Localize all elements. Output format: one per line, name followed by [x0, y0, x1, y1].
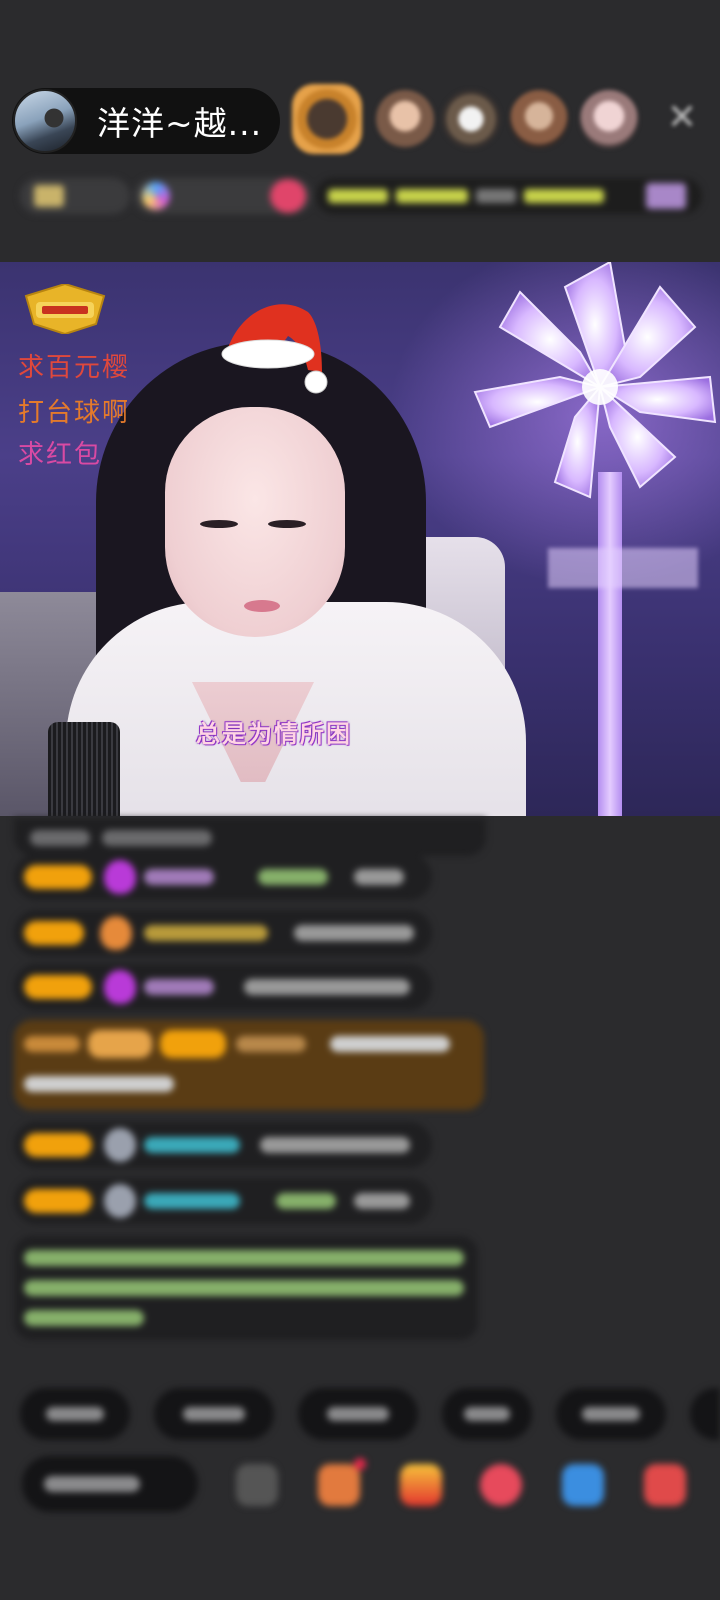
fans-pill[interactable]: [134, 178, 312, 214]
level-badge: [24, 865, 92, 889]
level-badge: [24, 921, 84, 945]
chat-list[interactable]: [0, 818, 720, 1358]
viewer-avatar-3[interactable]: [442, 90, 500, 148]
gift-box-icon[interactable]: [318, 1464, 360, 1506]
microphone: [48, 722, 120, 816]
quick-reply-button[interactable]: [20, 1388, 130, 1440]
host-name: 洋洋~越...: [97, 104, 263, 143]
avatar-icon: [104, 1184, 136, 1218]
gift-icon: [100, 916, 132, 950]
chat-message: [14, 964, 432, 1010]
tag-3: [476, 189, 516, 203]
fan-badge-icon: [24, 284, 106, 334]
viewer-avatar-1[interactable]: [292, 84, 362, 154]
chat-username: [144, 1137, 240, 1153]
chat-username: [144, 979, 214, 995]
song-subtitle: 总是为情所困: [196, 720, 352, 748]
chat-text: [102, 830, 212, 846]
gem-icon: [104, 970, 136, 1004]
chat-message: [14, 818, 486, 856]
chat-username: [144, 869, 214, 885]
avatar-icon: [104, 1128, 136, 1162]
level-badge: [24, 1189, 92, 1213]
chat-username: [258, 869, 328, 885]
gift-bag-icon[interactable]: [644, 1464, 686, 1506]
chat-message: [14, 854, 432, 900]
viewer-avatar-5[interactable]: [580, 90, 638, 148]
chat-username: [144, 925, 268, 941]
game-icon[interactable]: [562, 1464, 604, 1506]
system-notice: [14, 1236, 478, 1340]
tag-2: [396, 189, 468, 203]
live-video[interactable]: 求百元樱 打台球啊 求红包 总是为情所困: [0, 262, 720, 816]
emoji-icon[interactable]: [236, 1464, 278, 1506]
chat-text: [260, 1137, 410, 1153]
chat-text: [294, 925, 414, 941]
chat-message: [14, 1178, 432, 1224]
pink-badge-icon: [270, 179, 306, 213]
level-badge: [24, 975, 92, 999]
chat-text: [30, 830, 90, 846]
chat-text: [354, 1193, 410, 1209]
right-eye: [268, 520, 306, 528]
tag-1: [328, 189, 388, 203]
chat-text: [24, 1076, 174, 1092]
top-bar: 洋洋~越... ✕: [0, 80, 720, 170]
red-packet-icon[interactable]: [400, 1464, 442, 1506]
close-icon[interactable]: ✕: [660, 96, 704, 140]
notice-text: [24, 1280, 464, 1296]
gift-icon[interactable]: [480, 1464, 522, 1506]
shelf: [548, 548, 698, 588]
info-row: [0, 172, 720, 220]
viewer-avatar-2[interactable]: [376, 90, 434, 148]
tag-icon: [646, 183, 686, 209]
chat-message: [14, 1122, 432, 1168]
gem-icon: [104, 860, 136, 894]
quick-reply-button[interactable]: [556, 1388, 666, 1440]
comment-input[interactable]: [22, 1456, 198, 1512]
chat-username: [144, 1193, 240, 1209]
bottom-bar: [0, 1450, 720, 1520]
level-badge: [160, 1030, 226, 1058]
notification-dot: [354, 1458, 366, 1470]
chat-text: [354, 869, 404, 885]
level-badge: [24, 1133, 92, 1157]
notice-text: [24, 1250, 464, 1266]
viewer-avatar-4[interactable]: [510, 90, 568, 148]
host-info-pill[interactable]: 洋洋~越...: [12, 88, 280, 154]
chat-username: [276, 1193, 336, 1209]
rank-pill[interactable]: [20, 178, 130, 214]
notice-text: [24, 1310, 144, 1326]
quick-reply-button[interactable]: [690, 1388, 720, 1440]
quick-reply-button[interactable]: [298, 1388, 418, 1440]
left-eye: [200, 520, 238, 528]
pinwheel-lamp: [473, 262, 717, 499]
quick-reply-button[interactable]: [154, 1388, 274, 1440]
note-line-3: 求红包: [18, 440, 103, 470]
host-avatar[interactable]: [13, 89, 77, 153]
highlight-message: [14, 1020, 484, 1110]
santa-hat-icon: [221, 304, 328, 394]
chat-text: [330, 1036, 450, 1052]
note-line-2: 打台球啊: [18, 398, 131, 428]
tag-4: [524, 189, 604, 203]
chat-username: [236, 1036, 306, 1052]
trophy-icon: [34, 185, 64, 207]
tags-pill[interactable]: [316, 178, 702, 214]
chat-text: [24, 1036, 80, 1052]
note-line-1: 求百元樱: [18, 353, 131, 383]
vip-badge: [88, 1030, 152, 1058]
lips: [244, 600, 280, 612]
chat-text: [244, 979, 410, 995]
quick-reply-row: [0, 1384, 720, 1444]
quick-reply-button[interactable]: [442, 1388, 532, 1440]
chat-message: [14, 910, 432, 956]
colorful-orb-icon: [142, 182, 170, 210]
